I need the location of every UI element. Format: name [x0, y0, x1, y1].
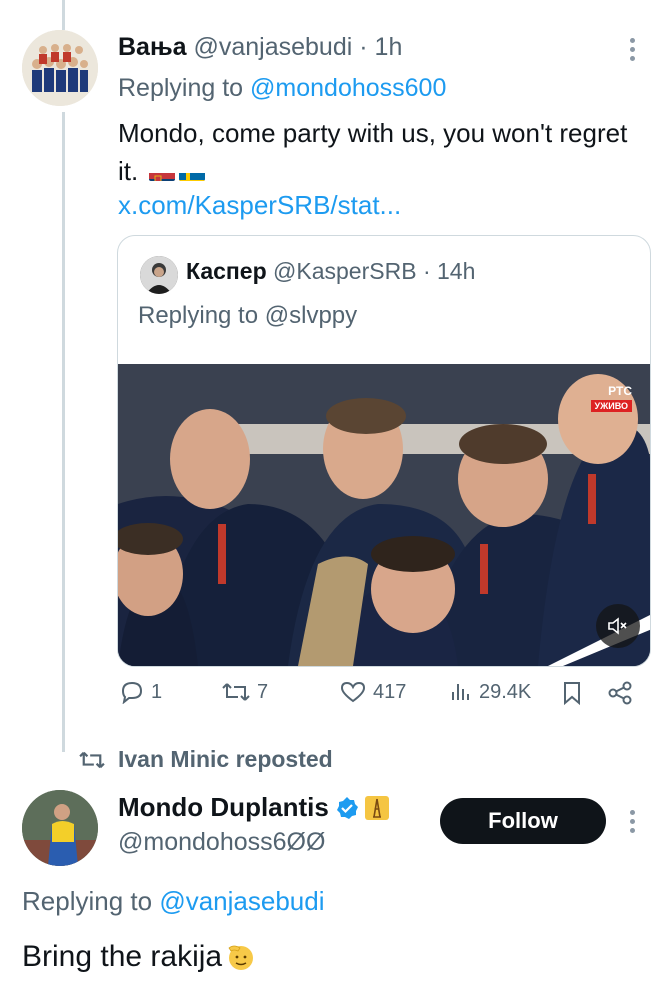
repost-banner-text[interactable]: Ivan Minic reposted [118, 746, 333, 773]
repost-button[interactable]: 7 [221, 680, 268, 704]
replying-to-line: Replying to @vanjasebudi [22, 886, 324, 917]
follow-button[interactable]: Follow [440, 798, 606, 844]
share-button[interactable] [607, 680, 633, 706]
user-handle[interactable]: @KasperSRB [273, 258, 417, 284]
user-handle[interactable]: @vanjasebudi [193, 33, 352, 61]
avatar[interactable] [22, 30, 98, 106]
live-badge: УЖИВО [590, 400, 632, 412]
reply-icon [121, 681, 143, 704]
repost-count: 7 [257, 680, 269, 703]
repost-icon [79, 751, 105, 768]
replying-to-label: Replying to [22, 886, 153, 916]
tweet-header: Вања @vanjasebudi · 1h [118, 30, 402, 64]
display-name-row: Mondo Duplantis [118, 792, 389, 823]
replying-to-line: Replying to @slvppy [138, 302, 357, 330]
bookmark-button[interactable] [561, 680, 583, 706]
like-button[interactable]: 417 [339, 680, 406, 704]
verified-badge-icon[interactable] [335, 796, 359, 820]
views-chart-icon [452, 684, 469, 700]
bookmark-icon [564, 682, 580, 706]
replying-to-label: Replying to [138, 302, 259, 329]
display-name[interactable]: Mondo Duplantis [118, 792, 329, 823]
broadcast-logo: РТС УЖИВО [590, 384, 632, 412]
replying-to-handle[interactable]: @vanjasebudi [159, 886, 324, 916]
reply-count: 1 [151, 680, 163, 703]
timestamp[interactable]: · 14h [423, 258, 475, 284]
serbia-flag-icon [149, 163, 176, 181]
tweet-actions: 1 7 417 29.4K [117, 680, 637, 716]
replying-to-line: Replying to @mondohoss600 [118, 74, 446, 103]
repost-banner: Ivan Minic reposted [78, 746, 333, 773]
thread-connector [62, 112, 65, 752]
tweet-text: Bring the rakija [22, 940, 256, 974]
repost-icon [222, 683, 250, 701]
tweet-link[interactable]: x.com/KasperSRB/stat... [118, 190, 401, 221]
display-name[interactable]: Каспер [186, 258, 267, 284]
avatar[interactable] [22, 790, 98, 866]
avatar[interactable] [140, 256, 178, 294]
heart-icon [340, 681, 366, 703]
eiffel-tower-icon [364, 795, 389, 820]
channel-label: РТС [608, 384, 632, 398]
views-count: 29.4K [479, 680, 532, 703]
views-button[interactable]: 29.4K [449, 680, 531, 704]
like-count: 417 [373, 680, 407, 703]
video-frame [118, 364, 650, 666]
replying-to-label: Replying to [118, 74, 244, 102]
reply-button[interactable]: 1 [119, 680, 162, 704]
quoted-tweet-header: Каспер @KasperSRB · 14h [186, 258, 475, 285]
thread-connector-top [62, 0, 65, 30]
video-player[interactable]: РТС УЖИВО [118, 364, 650, 666]
share-icon [608, 681, 632, 705]
more-options-icon[interactable] [628, 810, 636, 837]
tweet-text-content: Bring the rakija [22, 940, 223, 973]
more-options-icon[interactable] [628, 38, 636, 65]
saluting-face-icon [228, 945, 254, 970]
user-handle[interactable]: @mondohoss6ØØ [118, 828, 325, 857]
replying-to-handle[interactable]: @mondohoss600 [250, 74, 446, 102]
tweet-text: Mondo, come party with us, you won't reg… [118, 114, 638, 190]
replying-to-handle[interactable]: @slvppy [265, 302, 357, 329]
display-name[interactable]: Вања [118, 33, 187, 61]
timestamp[interactable]: · 1h [359, 33, 402, 61]
mute-toggle-icon[interactable] [596, 604, 640, 648]
sweden-flag-icon [179, 163, 206, 181]
quoted-tweet[interactable]: Каспер @KasperSRB · 14h Replying to @slv… [117, 235, 651, 667]
